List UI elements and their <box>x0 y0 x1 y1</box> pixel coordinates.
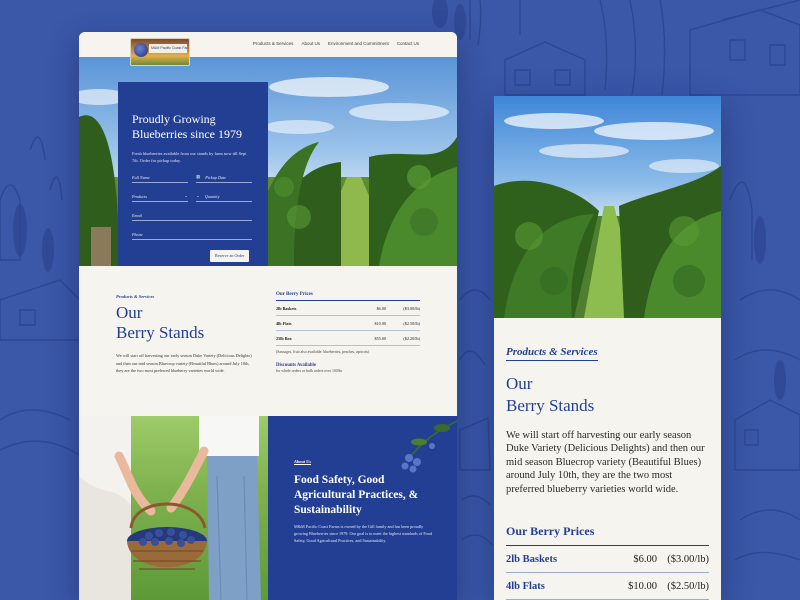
pickup-date-field[interactable]: ▦ Pickup Date <box>196 172 252 183</box>
table-row: 2lb Baskets $6.00 ($3.00/lb) <box>506 546 709 573</box>
main-nav: Products & Services About Us Environment… <box>253 41 419 46</box>
desktop-mockup: M&M Pacific Coast Farms Products & Servi… <box>79 32 457 600</box>
mobile-section-text: We will start off harvesting our early s… <box>506 430 705 495</box>
chevron-down-icon: ⌄ <box>184 193 188 198</box>
section-text: We will start off harvesting our early s… <box>116 353 252 373</box>
mobile-field-photo <box>494 96 721 318</box>
discounts-title: Discounts Available <box>276 363 317 368</box>
reservation-panel: Proudly Growing Blueberries since 1979 F… <box>118 82 268 266</box>
table-row: 4lb Flats $10.00 ($2.50/lb) <box>506 573 709 600</box>
nav-contact-us[interactable]: Contact Us <box>397 41 419 46</box>
about-panel: About Us Food Safety, Good Agricultural … <box>268 416 457 600</box>
desktop-header: M&M Pacific Coast Farms Products & Servi… <box>79 32 457 66</box>
quantity-field[interactable]: ⌄ Quantity <box>196 191 252 202</box>
about-text: M&M Pacific Coast Farms is owned by the … <box>294 524 432 543</box>
hero-text: Fresh blueberries available from our sta… <box>132 151 247 163</box>
phone-field[interactable]: Phone <box>132 229 252 240</box>
full-name-field[interactable]: Full Name <box>132 172 188 183</box>
table-row: 2lb Baskets $6.00 ($3.00/lb) <box>276 301 420 316</box>
kids-blueberry-basket-photo <box>79 416 268 600</box>
mobile-prices-title: Our Berry Prices <box>506 524 709 546</box>
nav-products-services[interactable]: Products & Services <box>253 41 294 46</box>
email-field[interactable]: Email <box>132 210 252 221</box>
nav-about-us[interactable]: About Us <box>301 41 320 46</box>
nav-environment[interactable]: Environment and Commitment <box>328 41 389 46</box>
table-row: 4lb Flats $10.00 ($2.50/lb) <box>276 316 420 331</box>
section-title: Our Berry Stands <box>116 303 205 342</box>
berry-stands-section: Products & Services Our Berry Stands We … <box>79 266 457 416</box>
discounts-text: for whole orders or bulk orders over 100… <box>276 369 343 373</box>
about-title: Food Safety, Good Agricultural Practices… <box>294 474 419 516</box>
mobile-section-title: Our Berry Stands <box>506 374 595 415</box>
prices-note: (Sausages, fruit also available: blueber… <box>276 350 370 354</box>
hero-title: Proudly Growing Blueberries since 1979 <box>132 112 242 141</box>
about-eyebrow: About Us <box>294 459 311 465</box>
blueberry-branch-icon <box>401 420 457 473</box>
about-section: About Us Food Safety, Good Agricultural … <box>79 416 457 600</box>
table-row: 25lb Box $55.00 ($2.20/lb) <box>276 331 420 346</box>
products-select[interactable]: Products ⌄ <box>132 191 188 202</box>
mobile-eyebrow: Products & Services <box>506 346 598 361</box>
prices-title: Our Berry Prices <box>276 292 420 301</box>
section-eyebrow: Products & Services <box>116 294 155 299</box>
mobile-mockup: Products & Services Our Berry Stands We … <box>494 96 721 600</box>
company-logo[interactable]: M&M Pacific Coast Farms <box>130 38 190 66</box>
blueberry-logo-icon <box>134 43 148 57</box>
berry-prices-table: Our Berry Prices 2lb Baskets $6.00 ($3.0… <box>276 292 420 373</box>
mobile-prices-table: Our Berry Prices 2lb Baskets $6.00 ($3.0… <box>506 524 709 600</box>
hero-banner: Proudly Growing Blueberries since 1979 F… <box>79 57 457 266</box>
reserve-order-button[interactable]: Reserve an Order <box>210 250 250 262</box>
